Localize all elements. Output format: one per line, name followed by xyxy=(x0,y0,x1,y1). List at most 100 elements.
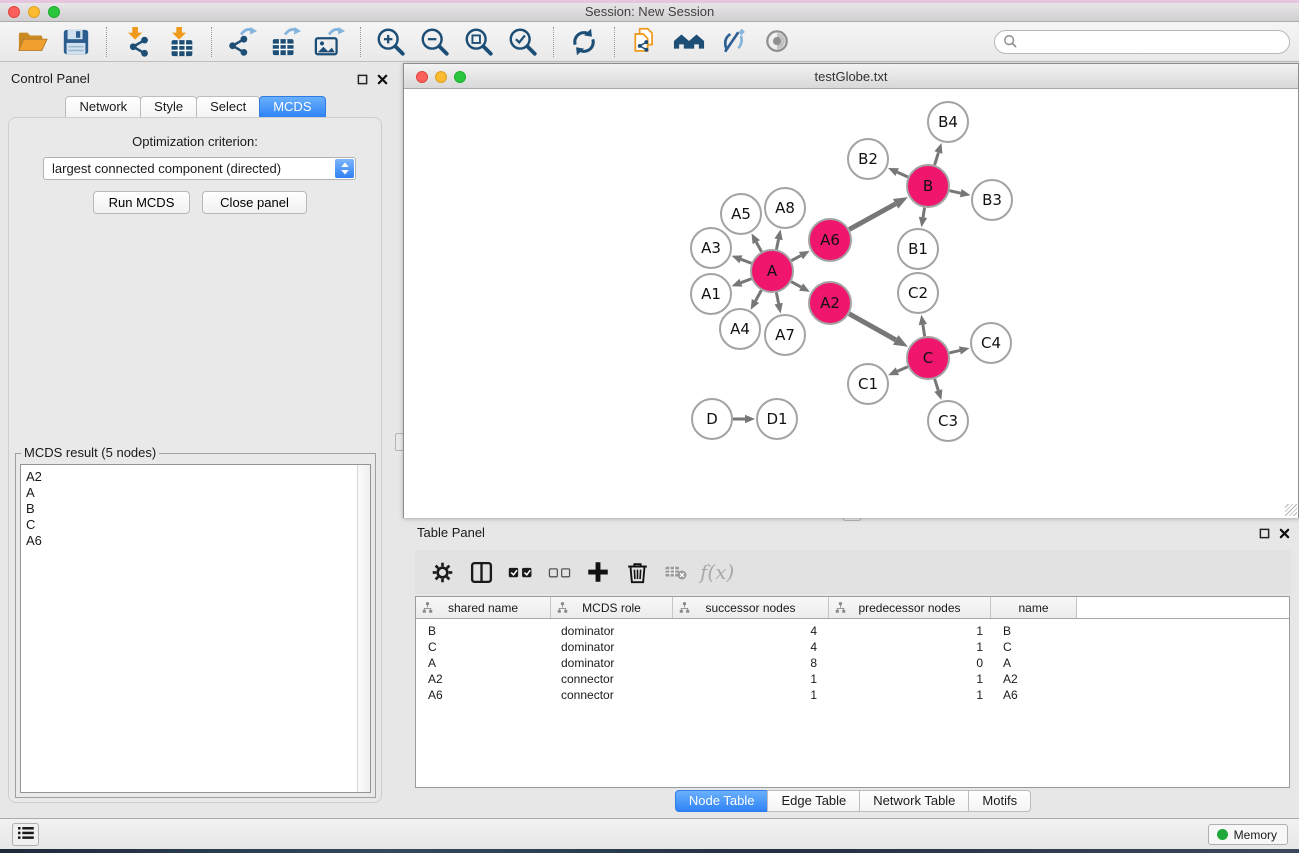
graph-node-A6[interactable]: A6 xyxy=(809,219,851,261)
tab-network-table[interactable]: Network Table xyxy=(859,790,969,812)
criterion-dropdown[interactable]: largest connected component (directed) xyxy=(43,157,356,180)
copy-network-icon[interactable] xyxy=(627,24,663,60)
graph-edge-B-B1[interactable] xyxy=(919,208,927,228)
mcds-result-item[interactable]: B xyxy=(26,501,370,517)
birds-eye-view-icon[interactable] xyxy=(759,24,795,60)
graph-edge-B-B2[interactable] xyxy=(888,168,908,177)
graph-edge-D-D1[interactable] xyxy=(733,415,755,423)
graph-node-C1[interactable]: C1 xyxy=(848,364,888,404)
import-table-icon[interactable] xyxy=(163,24,199,60)
graph-node-C3[interactable]: C3 xyxy=(928,401,968,441)
table-row[interactable]: A6connector11A6 xyxy=(416,687,1289,703)
apply-layout-icon[interactable] xyxy=(566,24,602,60)
graph-node-C4[interactable]: C4 xyxy=(971,323,1011,363)
graph-edge-A2-C[interactable] xyxy=(849,314,908,347)
graph-node-B3[interactable]: B3 xyxy=(972,180,1012,220)
graph-edge-C-C3[interactable] xyxy=(934,379,942,400)
graph-node-B[interactable]: B xyxy=(907,165,949,207)
tab-mcds[interactable]: MCDS xyxy=(259,96,325,118)
export-image-icon[interactable] xyxy=(312,24,348,60)
search-input[interactable] xyxy=(1022,33,1289,51)
graph-edge-A-A7[interactable] xyxy=(775,293,783,314)
mcds-result-item[interactable]: C xyxy=(26,517,370,533)
column-header-successor-nodes[interactable]: successor nodes xyxy=(673,597,829,618)
memory-button[interactable]: Memory xyxy=(1208,824,1288,845)
graph-node-C2[interactable]: C2 xyxy=(898,273,938,313)
deselect-all-icon[interactable] xyxy=(544,556,574,588)
graph-node-C[interactable]: C xyxy=(907,337,949,379)
graph-edge-C-C2[interactable] xyxy=(919,315,927,337)
graph-edge-C-C4[interactable] xyxy=(949,346,969,354)
tab-style[interactable]: Style xyxy=(140,96,197,118)
tab-edge-table[interactable]: Edge Table xyxy=(767,790,860,812)
tab-select[interactable]: Select xyxy=(196,96,260,118)
close-panel-button[interactable]: Close panel xyxy=(202,191,307,214)
search-box[interactable] xyxy=(994,30,1290,54)
graph-node-D1[interactable]: D1 xyxy=(757,399,797,439)
table-row[interactable]: A2connector11A2 xyxy=(416,671,1289,687)
graph-node-A8[interactable]: A8 xyxy=(765,188,805,228)
graph-edge-A-A2[interactable] xyxy=(791,282,810,292)
split-panel-icon[interactable] xyxy=(466,556,496,588)
mcds-result-item[interactable]: A6 xyxy=(26,533,370,549)
graph-node-A[interactable]: A xyxy=(751,250,793,292)
mcds-result-item[interactable]: A xyxy=(26,485,370,501)
column-header-predecessor-nodes[interactable]: predecessor nodes xyxy=(829,597,991,618)
graph-node-B4[interactable]: B4 xyxy=(928,102,968,142)
graph-node-B1[interactable]: B1 xyxy=(898,229,938,269)
tab-node-table[interactable]: Node Table xyxy=(675,790,769,812)
graph-edge-C-C1[interactable] xyxy=(888,367,908,376)
graph-node-A3[interactable]: A3 xyxy=(691,228,731,268)
graph-node-A4[interactable]: A4 xyxy=(720,309,760,349)
export-network-icon[interactable] xyxy=(224,24,260,60)
control-panel-float-icon[interactable] xyxy=(355,72,369,86)
graph-node-A1[interactable]: A1 xyxy=(691,274,731,314)
tab-motifs[interactable]: Motifs xyxy=(968,790,1031,812)
delete-row-icon[interactable] xyxy=(622,556,652,588)
mcds-result-list[interactable]: A2ABCA6 xyxy=(20,464,371,793)
graph-edge-B-B3[interactable] xyxy=(949,189,970,197)
result-list-scrollbar[interactable] xyxy=(357,465,370,792)
column-header-shared-name[interactable]: shared name xyxy=(416,597,551,618)
toggle-graphics-details-icon[interactable] xyxy=(715,24,751,60)
graph-node-A2[interactable]: A2 xyxy=(809,282,851,324)
graph-node-B2[interactable]: B2 xyxy=(848,139,888,179)
column-header-name[interactable]: name xyxy=(991,597,1077,618)
table-row[interactable]: Cdominator41C xyxy=(416,639,1289,655)
table-panel-close-icon[interactable] xyxy=(1277,526,1291,540)
table-panel-float-icon[interactable] xyxy=(1257,526,1271,540)
graph-node-D[interactable]: D xyxy=(692,399,732,439)
add-row-icon[interactable] xyxy=(583,556,613,588)
graph-edge-A-A8[interactable] xyxy=(774,230,782,250)
select-all-icon[interactable] xyxy=(505,556,535,588)
network-canvas[interactable]: A A1 A2 A3 A4 A5 A6 A7 A8 B B1 B2 B3B4 C C1 C2 C3C4 D D1 xyxy=(404,90,1298,518)
graph-edge-B-B4[interactable] xyxy=(934,143,942,165)
home-icon[interactable] xyxy=(671,24,707,60)
graph-edge-A-A6[interactable] xyxy=(791,251,809,261)
graph-edge-A6-B[interactable] xyxy=(849,197,908,229)
settings-icon[interactable] xyxy=(427,556,457,588)
graph-node-A7[interactable]: A7 xyxy=(765,315,805,355)
network-window-titlebar[interactable]: testGlobe.txt xyxy=(404,64,1298,89)
table-row[interactable]: Adominator80A xyxy=(416,655,1289,671)
graph-edge-A-A1[interactable] xyxy=(732,279,752,287)
export-table-icon[interactable] xyxy=(268,24,304,60)
graph-edge-A-A5[interactable] xyxy=(752,233,762,251)
table-row[interactable]: Bdominator41B xyxy=(416,623,1289,639)
tab-network[interactable]: Network xyxy=(65,96,141,118)
mcds-result-item[interactable]: A2 xyxy=(26,469,370,485)
graph-edge-A-A4[interactable] xyxy=(751,290,762,309)
zoom-out-icon[interactable] xyxy=(417,24,453,60)
import-network-icon[interactable] xyxy=(119,24,155,60)
task-history-button[interactable] xyxy=(12,823,39,846)
zoom-selected-icon[interactable] xyxy=(505,24,541,60)
zoom-fit-icon[interactable] xyxy=(461,24,497,60)
column-header-MCDS-role[interactable]: MCDS role xyxy=(551,597,673,618)
run-mcds-button[interactable]: Run MCDS xyxy=(93,191,190,214)
control-panel-close-icon[interactable] xyxy=(375,72,389,86)
graph-node-A5[interactable]: A5 xyxy=(721,194,761,234)
graph-edge-A-A3[interactable] xyxy=(732,255,752,263)
save-session-icon[interactable] xyxy=(58,24,94,60)
zoom-in-icon[interactable] xyxy=(373,24,409,60)
open-session-icon[interactable] xyxy=(14,24,50,60)
